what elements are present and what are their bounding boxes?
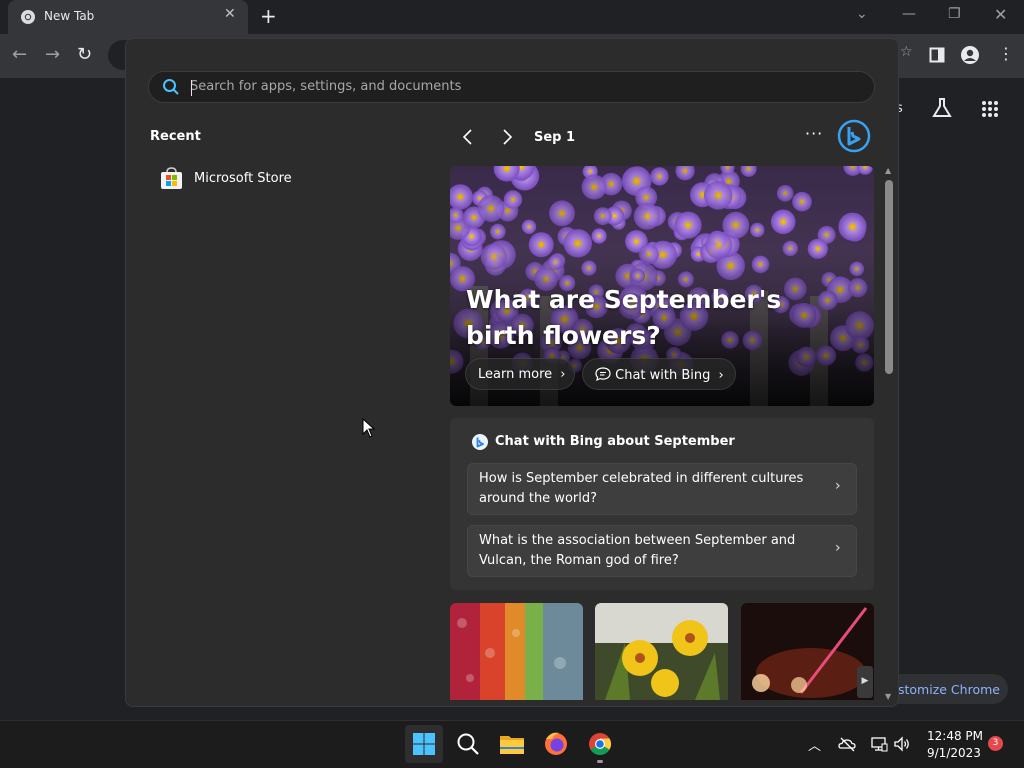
minimize-icon[interactable]: — bbox=[902, 6, 916, 22]
forward-icon[interactable]: → bbox=[45, 44, 60, 65]
scroll-down-icon[interactable]: ▼ bbox=[885, 692, 891, 701]
show-hidden-icons-icon[interactable]: ︿ bbox=[808, 735, 821, 754]
carousel-next-button[interactable]: ▶ bbox=[857, 666, 873, 698]
chat-with-bing-button[interactable]: Chat with Bing › bbox=[582, 358, 736, 390]
window-close-icon[interactable]: ✕ bbox=[994, 5, 1007, 24]
chat-question-text: What is the association between Septembe… bbox=[479, 533, 796, 568]
notification-badge[interactable]: 3 bbox=[988, 736, 1003, 751]
microsoft-store-icon bbox=[161, 167, 182, 189]
mouse-cursor-icon bbox=[362, 418, 376, 438]
search-icon bbox=[163, 79, 179, 95]
file-explorer-icon bbox=[500, 736, 524, 754]
tab-search-icon[interactable]: ⌄ bbox=[856, 6, 868, 22]
close-tab-icon[interactable]: ✕ bbox=[224, 6, 242, 26]
customize-chrome-label: stomize Chrome bbox=[898, 682, 1000, 697]
clock-date[interactable]: 9/1/2023 bbox=[927, 746, 981, 760]
file-explorer-button[interactable] bbox=[493, 725, 531, 763]
chevron-right-icon: › bbox=[718, 368, 724, 383]
hero-title[interactable]: What are September's birth flowers? bbox=[466, 282, 856, 354]
chevron-right-icon: › bbox=[560, 367, 566, 382]
chrome-tab-icon bbox=[21, 10, 35, 24]
onedrive-offline-icon[interactable] bbox=[838, 735, 856, 753]
restore-icon[interactable]: ❐ bbox=[948, 6, 961, 22]
recent-heading: Recent bbox=[150, 129, 201, 144]
apps-grid-icon[interactable] bbox=[981, 100, 999, 118]
thumbnail-violin[interactable] bbox=[741, 603, 874, 700]
chrome-menu-icon[interactable]: ⋮ bbox=[998, 44, 1014, 63]
chat-question-text: How is September celebrated in different… bbox=[479, 471, 804, 506]
learn-more-label: Learn more bbox=[478, 367, 553, 382]
next-day-button[interactable] bbox=[497, 126, 517, 148]
recent-item-label: Microsoft Store bbox=[194, 171, 292, 186]
more-options-button[interactable]: ··· bbox=[805, 124, 823, 143]
new-tab-icon[interactable]: + bbox=[260, 4, 277, 28]
chat-bubble-icon bbox=[595, 367, 611, 382]
firefox-icon bbox=[545, 732, 567, 755]
tab-title: New Tab bbox=[44, 9, 95, 23]
chevron-right-icon: › bbox=[835, 478, 841, 494]
labs-flask-icon[interactable] bbox=[931, 97, 953, 119]
scroll-up-icon[interactable]: ▲ bbox=[885, 166, 891, 175]
previous-day-button[interactable] bbox=[458, 126, 478, 148]
taskbar-search-button[interactable] bbox=[449, 725, 487, 763]
side-panel-icon[interactable] bbox=[929, 47, 945, 63]
start-button[interactable] bbox=[405, 725, 443, 763]
bookmark-star-icon[interactable]: ☆ bbox=[900, 44, 913, 60]
feed-date: Sep 1 bbox=[534, 130, 576, 145]
chevron-right-icon: › bbox=[835, 540, 841, 556]
bing-logo-icon[interactable] bbox=[837, 119, 871, 153]
reload-icon[interactable]: ↻ bbox=[77, 44, 92, 65]
text-caret bbox=[191, 80, 192, 96]
back-icon[interactable]: ← bbox=[12, 44, 27, 65]
chat-card-title: Chat with Bing about September bbox=[495, 434, 735, 449]
volume-icon[interactable] bbox=[893, 735, 911, 753]
chat-with-bing-label: Chat with Bing bbox=[615, 368, 711, 383]
thumbnail-gems[interactable] bbox=[450, 603, 583, 700]
scrollbar-thumb[interactable] bbox=[885, 180, 893, 374]
thumbnail-daylilies[interactable] bbox=[595, 603, 728, 700]
network-icon[interactable] bbox=[870, 735, 888, 753]
clock-time[interactable]: 12:48 PM bbox=[927, 729, 983, 743]
chrome-button[interactable] bbox=[581, 725, 619, 763]
search-input[interactable] bbox=[190, 79, 850, 94]
start-icon bbox=[413, 733, 435, 755]
profile-icon[interactable] bbox=[960, 45, 980, 65]
learn-more-button[interactable]: Learn more › bbox=[465, 358, 575, 390]
bing-chat-icon bbox=[472, 434, 488, 450]
firefox-button[interactable] bbox=[537, 725, 575, 763]
search-icon bbox=[457, 733, 479, 755]
chrome-icon bbox=[589, 733, 611, 755]
